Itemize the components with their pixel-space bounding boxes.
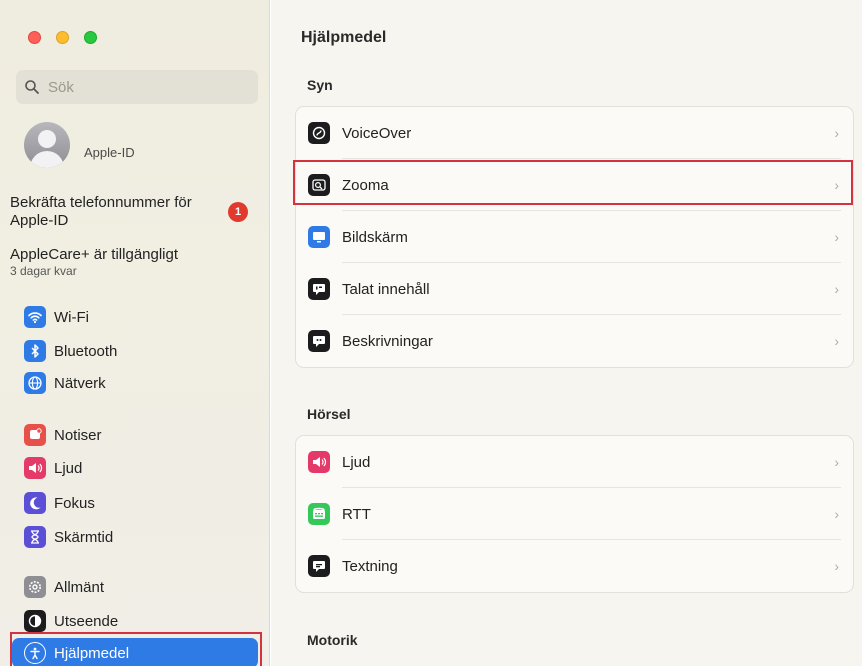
sidebar-item-label: Skärmtid bbox=[54, 528, 114, 546]
chevron-right-icon: › bbox=[834, 333, 839, 349]
chevron-right-icon: › bbox=[834, 125, 839, 141]
speaker-icon bbox=[24, 457, 46, 479]
chevron-right-icon: › bbox=[834, 558, 839, 574]
account-name: Apple-ID bbox=[84, 145, 135, 160]
bluetooth-icon bbox=[24, 340, 46, 362]
descriptions-icon bbox=[308, 330, 330, 352]
bell-icon bbox=[24, 424, 46, 446]
moon-icon bbox=[24, 492, 46, 514]
sidebar-item-wifi[interactable]: Wi-Fi bbox=[12, 302, 258, 332]
row-label: Bildskärm bbox=[342, 228, 408, 246]
row-label: Beskrivningar bbox=[342, 332, 433, 350]
captions-icon bbox=[308, 555, 330, 577]
search-field[interactable]: Sök bbox=[16, 70, 258, 104]
sidebar-item-label: Wi-Fi bbox=[54, 308, 89, 326]
section-title-motor: Motorik bbox=[307, 632, 358, 648]
minimize-window-button[interactable] bbox=[56, 31, 69, 44]
main-pane: Hjälpmedel Syn VoiceOver › Zooma › Bilds… bbox=[271, 0, 862, 666]
sidebar-item-notifications[interactable]: Notiser bbox=[12, 420, 258, 450]
search-icon bbox=[25, 80, 39, 94]
sidebar-item-label: Fokus bbox=[54, 494, 95, 512]
voiceover-icon bbox=[308, 122, 330, 144]
sidebar-item-label: Utseende bbox=[54, 612, 119, 630]
confirm-phone-notice[interactable]: Bekräfta telefonnummer för Apple-ID bbox=[10, 194, 215, 230]
row-label: VoiceOver bbox=[342, 124, 412, 142]
chevron-right-icon: › bbox=[834, 281, 839, 297]
group-vision: VoiceOver › Zooma › Bildskärm › Talat in… bbox=[295, 106, 854, 368]
wifi-icon bbox=[24, 306, 46, 328]
row-label: Textning bbox=[342, 557, 398, 575]
chevron-right-icon: › bbox=[834, 454, 839, 470]
section-title-hearing: Hörsel bbox=[307, 406, 351, 422]
row-label: Ljud bbox=[342, 453, 371, 471]
close-window-button[interactable] bbox=[28, 31, 41, 44]
sidebar-item-label: Ljud bbox=[54, 459, 83, 477]
page-title: Hjälpmedel bbox=[301, 29, 387, 46]
gear-icon bbox=[24, 576, 46, 598]
sidebar-item-general[interactable]: Allmänt bbox=[12, 572, 258, 602]
sidebar: Sök Apple-ID Bekräfta telefonnummer för … bbox=[0, 0, 270, 666]
hourglass-icon bbox=[24, 526, 46, 548]
row-label: Talat innehåll bbox=[342, 280, 430, 298]
sidebar-item-network[interactable]: Nätverk bbox=[12, 368, 258, 398]
highlight-outline bbox=[293, 160, 853, 205]
globe-icon bbox=[24, 372, 46, 394]
notification-badge: 1 bbox=[228, 202, 248, 222]
zoom-window-button[interactable] bbox=[84, 31, 97, 44]
row-rtt[interactable]: RTT › bbox=[296, 488, 853, 540]
sidebar-item-label: Nätverk bbox=[54, 374, 106, 392]
avatar bbox=[24, 122, 70, 168]
chevron-right-icon: › bbox=[834, 506, 839, 522]
system-settings-window: Sök Apple-ID Bekräfta telefonnummer för … bbox=[0, 0, 862, 666]
group-hearing: Ljud › RTT › Textning › bbox=[295, 435, 854, 593]
highlight-outline bbox=[10, 632, 262, 666]
sidebar-item-bluetooth[interactable]: Bluetooth bbox=[12, 336, 258, 366]
row-sound[interactable]: Ljud › bbox=[296, 436, 853, 488]
sidebar-item-label: Bluetooth bbox=[54, 342, 118, 360]
sidebar-item-focus[interactable]: Fokus bbox=[12, 488, 258, 518]
rtt-icon bbox=[308, 503, 330, 525]
row-captions[interactable]: Textning › bbox=[296, 540, 853, 592]
sidebar-item-screen-time[interactable]: Skärmtid bbox=[12, 522, 258, 552]
sidebar-item-label: Allmänt bbox=[54, 578, 105, 596]
sidebar-item-label: Notiser bbox=[54, 426, 102, 444]
applecare-subtitle: 3 dagar kvar bbox=[10, 264, 77, 278]
appearance-icon bbox=[24, 610, 46, 632]
row-descriptions[interactable]: Beskrivningar › bbox=[296, 315, 853, 367]
chevron-right-icon: › bbox=[834, 229, 839, 245]
row-label: RTT bbox=[342, 505, 371, 523]
spoken-content-icon bbox=[308, 278, 330, 300]
apple-id-account[interactable]: Apple-ID bbox=[16, 118, 258, 174]
applecare-notice[interactable]: AppleCare+ är tillgängligt bbox=[10, 246, 178, 264]
display-icon bbox=[308, 226, 330, 248]
sidebar-item-sound[interactable]: Ljud bbox=[12, 453, 258, 483]
section-title-vision: Syn bbox=[307, 77, 333, 93]
search-placeholder: Sök bbox=[48, 79, 74, 96]
row-spoken-content[interactable]: Talat innehåll › bbox=[296, 263, 853, 315]
speaker-icon bbox=[308, 451, 330, 473]
row-display[interactable]: Bildskärm › bbox=[296, 211, 853, 263]
row-voiceover[interactable]: VoiceOver › bbox=[296, 107, 853, 159]
